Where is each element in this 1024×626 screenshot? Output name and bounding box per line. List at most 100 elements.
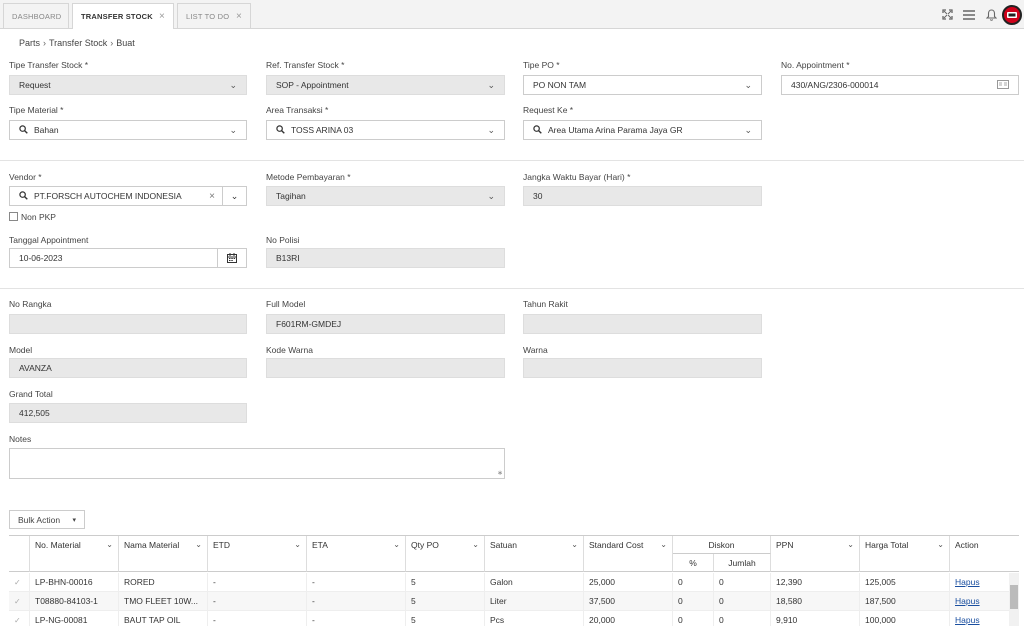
non-pkp-checkbox[interactable] [9,212,18,221]
table-header-ppn[interactable]: PPN ⌄ [771,536,860,572]
cell-ppn: 18,580 [771,592,860,611]
chevron-down-icon: ⌄ [487,190,495,201]
table-header-satuan[interactable]: Satuan ⌄ [485,536,584,572]
cell-etd: - [208,592,307,611]
metode-pembayaran-value: Tagihan [276,191,306,201]
metode-pembayaran-label: Metode Pembayaran * [266,172,351,182]
cell-diskon-pct: 0 [673,611,714,626]
table-header-diskon-jumlah: Jumlah [714,554,771,572]
table-header-eta[interactable]: ETA ⌄ [307,536,406,572]
tipe-material-select[interactable]: Bahan ⌄ [9,120,247,140]
full-model-input[interactable]: F601RM-GMDEJ [266,314,505,334]
hapus-link[interactable]: Hapus [955,577,980,587]
row-select-check-icon[interactable]: ✓ [9,592,30,611]
tipe-po-select[interactable]: PO NON TAM ⌄ [523,75,762,95]
request-ke-select[interactable]: Area Utama Arina Parama Jaya GR ⌄ [523,120,762,140]
cell-satuan: Galon [485,573,584,592]
menu-icon[interactable] [958,4,980,26]
header-label: Harga Total [865,540,909,550]
chevron-down-icon[interactable]: ⌄ [222,187,246,205]
tab-list-to-do[interactable]: LIST TO DO × [177,3,251,28]
warna-input[interactable] [523,358,762,378]
cell-nama-material: TMO FLEET 10W... [119,592,208,611]
resize-handle-icon[interactable]: ∗ [497,469,503,477]
cell-harga-total: 100,000 [860,611,950,626]
cell-standard-cost: 25,000 [584,573,673,592]
table-header-etd[interactable]: ETD ⌄ [208,536,307,572]
no-appointment-input[interactable]: 430/ANG/2306-000014 [781,75,1019,95]
bulk-action-button[interactable]: Bulk Action ▾ [9,510,85,529]
table-row[interactable]: ✓ LP-BHN-00016 RORED - - 5 Galon 25,000 … [9,573,1019,592]
cell-satuan: Pcs [485,611,584,626]
chevron-down-icon: ⌄ [472,540,479,549]
table-header-no-material[interactable]: No. Material ⌄ [30,536,119,572]
table-row[interactable]: ✓ T08880-84103-1 TMO FLEET 10W... - - 5 … [9,592,1019,611]
caret-down-icon: ▾ [72,516,76,524]
cell-standard-cost: 37,500 [584,592,673,611]
warna-label: Warna [523,345,548,355]
vendor-select[interactable]: PT.FORSCH AUTOCHEM INDONESIA × ⌄ [9,186,247,206]
chevron-down-icon: ⌄ [294,540,301,549]
search-icon [19,190,28,202]
chevron-down-icon: ⌄ [487,79,495,90]
cell-eta: - [307,611,406,626]
no-rangka-input[interactable] [9,314,247,334]
tab-transfer-stock[interactable]: TRANSFER STOCK × [72,3,174,29]
table-scrollbar[interactable] [1009,573,1019,626]
table-header-nama-material[interactable]: Nama Material ⌄ [119,536,208,572]
tipe-material-label: Tipe Material * [9,105,64,115]
tab-bar: DASHBOARD TRANSFER STOCK × LIST TO DO × [0,0,1024,29]
grand-total-label: Grand Total [9,389,53,399]
row-select-check-icon[interactable]: ✓ [9,573,30,592]
kode-warna-input[interactable] [266,358,505,378]
fullscreen-icon[interactable] [936,4,958,26]
tanggal-appointment-input[interactable]: 10-06-2023 [9,248,247,268]
scrollbar-thumb[interactable] [1010,585,1018,609]
hapus-link[interactable]: Hapus [955,596,980,606]
header-label: PPN [776,540,794,550]
model-input[interactable]: AVANZA [9,358,247,378]
area-transaksi-select[interactable]: TOSS ARINA 03 ⌄ [266,120,505,140]
cell-eta: - [307,573,406,592]
notes-textarea[interactable]: ∗ [9,448,505,479]
close-icon[interactable]: × [236,11,242,22]
no-polisi-input[interactable]: B13RI [266,248,505,268]
table-header-standard-cost[interactable]: Standard Cost ⌄ [584,536,673,572]
table-header-qty-po[interactable]: Qty PO ⌄ [406,536,485,572]
cell-ppn: 9,910 [771,611,860,626]
hapus-link[interactable]: Hapus [955,615,980,625]
tipe-transfer-stock-select[interactable]: Request ⌄ [9,75,247,95]
table-header-harga-total[interactable]: Harga Total ⌄ [860,536,950,572]
cell-harga-total: 125,005 [860,573,950,592]
cell-diskon-jumlah: 0 [714,573,771,592]
model-value: AVANZA [19,363,52,373]
breadcrumb-item-transfer-stock[interactable]: Transfer Stock [49,38,107,48]
header-label: Satuan [490,540,517,550]
chevron-down-icon: ⌄ [393,540,400,549]
close-icon[interactable]: × [159,11,165,22]
jangka-waktu-input[interactable]: 30 [523,186,762,206]
user-avatar-icon[interactable] [1002,4,1022,25]
header-label: Jumlah [728,558,756,568]
kode-warna-label: Kode Warna [266,345,313,355]
calendar-icon[interactable] [217,249,246,267]
breadcrumb-item-parts[interactable]: Parts [19,38,40,48]
metode-pembayaran-select[interactable]: Tagihan ⌄ [266,186,505,206]
tab-dashboard[interactable]: DASHBOARD [3,3,69,28]
grand-total-input: 412,505 [9,403,247,423]
header-label: Standard Cost [589,540,644,550]
no-appointment-label: No. Appointment * [781,60,850,70]
row-select-check-icon[interactable]: ✓ [9,611,30,626]
bell-icon[interactable] [980,4,1002,26]
no-appointment-value: 430/ANG/2306-000014 [791,80,879,90]
table-row[interactable]: ✓ LP-NG-00081 BAUT TAP OIL - - 5 Pcs 20,… [9,611,1019,626]
breadcrumb-item-buat: Buat [116,38,135,48]
header-label: Nama Material [124,540,180,550]
tahun-rakit-input[interactable] [523,314,762,334]
ref-transfer-stock-select[interactable]: SOP - Appointment ⌄ [266,75,505,95]
ref-transfer-stock-label: Ref. Transfer Stock * [266,60,345,70]
chevron-right-icon: › [110,38,114,48]
full-model-value: F601RM-GMDEJ [276,319,342,329]
clear-icon[interactable]: × [209,191,215,202]
cell-etd: - [208,573,307,592]
